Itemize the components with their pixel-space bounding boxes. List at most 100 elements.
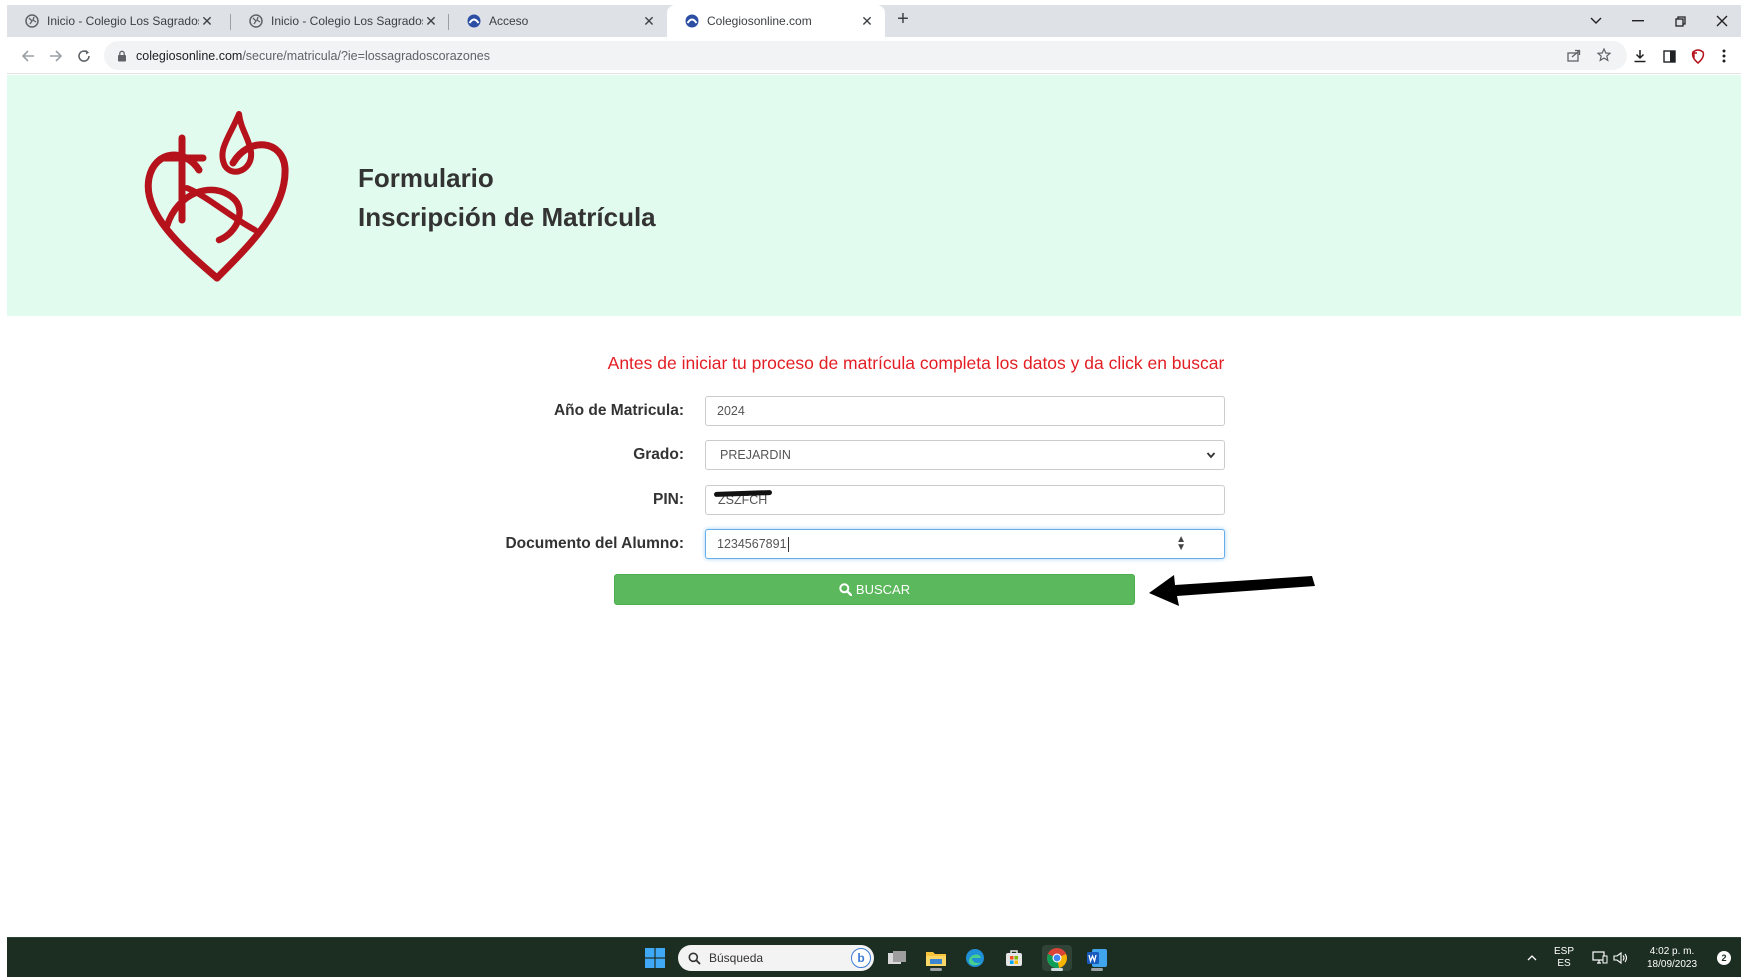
- tab-title: Inicio - Colegio Los Sagrados Co: [271, 14, 423, 28]
- document-label: Documento del Alumno:: [505, 535, 684, 552]
- year-field[interactable]: 2024: [705, 396, 1225, 426]
- document-value: 1234567891: [717, 537, 787, 551]
- document-field[interactable]: 1234567891 ▲ ▼: [705, 529, 1225, 559]
- profile-logo-icon: [1691, 49, 1705, 64]
- edge-icon: [966, 949, 984, 967]
- close-tab-icon[interactable]: ✕: [641, 13, 657, 30]
- word-icon: [1087, 949, 1107, 967]
- network-button[interactable]: [1592, 938, 1608, 977]
- close-tab-icon[interactable]: ✕: [423, 13, 439, 30]
- year-label: Año de Matricula:: [553, 402, 684, 419]
- search-icon: [688, 952, 701, 965]
- windows-logo-icon: [645, 948, 665, 968]
- running-indicator: [930, 968, 942, 971]
- share-button[interactable]: [1564, 45, 1584, 65]
- notification-center-button[interactable]: 2: [1717, 938, 1731, 977]
- side-panel-icon: [1662, 49, 1676, 63]
- form-row-document: Documento del Alumno: 1234567891 ▲ ▼: [7, 529, 1741, 559]
- close-window-button[interactable]: [1701, 5, 1741, 37]
- taskbar-search[interactable]: Búsqueda b: [678, 945, 874, 971]
- word-button[interactable]: [1084, 945, 1110, 971]
- taskbar-search-placeholder: Búsqueda: [709, 951, 764, 965]
- globe-icon: [25, 14, 39, 28]
- tab-title: Inicio - Colegio Los Sagrados Co: [47, 14, 199, 28]
- tab-colegiosonline[interactable]: Colegiosonline.com ✕: [667, 5, 885, 37]
- volume-button[interactable]: [1613, 938, 1629, 977]
- colegiosonline-icon: [467, 14, 481, 28]
- search-icon: [839, 583, 852, 596]
- tab-inicio-1[interactable]: Inicio - Colegio Los Sagrados Co ✕: [7, 5, 225, 37]
- pin-label: PIN:: [653, 491, 684, 508]
- title-line-inscripcion: Inscripción de Matrícula: [358, 202, 656, 232]
- lang-code-bottom: ES: [1557, 958, 1571, 969]
- school-logo: [144, 111, 289, 282]
- kebab-menu-icon: [1722, 49, 1726, 63]
- forward-button[interactable]: [44, 44, 68, 68]
- bing-icon[interactable]: b: [851, 948, 871, 968]
- new-tab-button[interactable]: +: [890, 8, 916, 31]
- chrome-icon: [1047, 948, 1067, 969]
- task-view-icon: [888, 951, 906, 964]
- bookmark-button[interactable]: [1594, 45, 1614, 65]
- reload-button[interactable]: [72, 44, 96, 68]
- grade-select[interactable]: PREJARDIN: [705, 440, 1225, 470]
- minimize-icon: [1632, 20, 1644, 22]
- start-button[interactable]: [642, 945, 668, 971]
- windows-taskbar: Búsqueda b ESP ES 4:02 p. m. 18/09/2023 2: [7, 937, 1741, 977]
- show-hidden-icons-button[interactable]: [1527, 938, 1537, 977]
- globe-icon: [249, 14, 263, 28]
- arrow-right-icon: [50, 50, 63, 62]
- system-clock[interactable]: 4:02 p. m. 18/09/2023: [1647, 938, 1697, 977]
- share-icon: [1567, 49, 1581, 62]
- side-panel-button[interactable]: [1658, 45, 1680, 67]
- close-tab-icon[interactable]: ✕: [199, 13, 215, 30]
- menu-button[interactable]: [1713, 45, 1735, 67]
- back-button[interactable]: [16, 44, 40, 68]
- colegiosonline-icon: [685, 14, 699, 28]
- store-button[interactable]: [1001, 945, 1027, 971]
- chrome-button[interactable]: [1042, 945, 1072, 971]
- tab-acceso[interactable]: Acceso ✕: [449, 5, 667, 37]
- search-button[interactable]: BUSCAR: [614, 574, 1135, 605]
- page-title: Formulario Inscripción de Matrícula: [358, 159, 656, 237]
- restore-button[interactable]: [1659, 5, 1701, 37]
- tab-inicio-2[interactable]: Inicio - Colegio Los Sagrados Co ✕: [231, 5, 449, 37]
- header-banner: Formulario Inscripción de Matrícula: [7, 75, 1741, 316]
- url-path: /secure/matricula/?ie=lossagradoscorazon…: [242, 48, 491, 63]
- number-spinner-icon[interactable]: ▲ ▼: [1176, 535, 1186, 553]
- page-content: Formulario Inscripción de Matrícula Ante…: [7, 75, 1741, 937]
- chevron-up-icon: [1527, 955, 1537, 961]
- edge-button[interactable]: [962, 945, 988, 971]
- file-explorer-button[interactable]: [923, 945, 949, 971]
- form-row-grade: Grado: PREJARDIN: [7, 440, 1741, 470]
- lang-code-top: ESP: [1554, 946, 1575, 957]
- address-bar[interactable]: colegiosonline.com/secure/matricula/?ie=…: [104, 41, 1627, 70]
- close-tab-icon[interactable]: ✕: [859, 13, 875, 30]
- task-view-button[interactable]: [884, 945, 910, 971]
- close-icon: [1716, 15, 1728, 27]
- restore-icon: [1674, 15, 1686, 27]
- url-domain: colegiosonline.com: [136, 48, 243, 63]
- chevron-down-icon: [1206, 452, 1216, 459]
- profile-button[interactable]: [1687, 45, 1709, 67]
- running-indicator: [1091, 968, 1103, 971]
- tab-strip: Inicio - Colegio Los Sagrados Co ✕ Inici…: [7, 5, 1741, 37]
- tab-title: Colegiosonline.com: [707, 14, 812, 28]
- year-value: 2024: [717, 404, 745, 418]
- tab-search-button[interactable]: [1575, 5, 1617, 37]
- grade-value: PREJARDIN: [720, 448, 791, 462]
- speaker-icon: [1613, 951, 1628, 965]
- text-caret: [787, 536, 789, 552]
- pin-field[interactable]: ZSZFCH: [705, 485, 1225, 515]
- search-button-label: BUSCAR: [855, 582, 911, 597]
- store-icon: [1006, 950, 1022, 966]
- minimize-button[interactable]: [1617, 5, 1659, 37]
- folder-icon: [926, 952, 946, 966]
- intro-text: Antes de iniciar tu proceso de matrícula…: [607, 353, 1225, 373]
- browser-toolbar: colegiosonline.com/secure/matricula/?ie=…: [7, 37, 1741, 74]
- notification-badge: 2: [1717, 951, 1731, 965]
- arrow-left-icon: [21, 50, 34, 62]
- title-line-formulario: Formulario: [358, 163, 494, 193]
- downloads-button[interactable]: [1629, 45, 1651, 67]
- input-language-indicator[interactable]: ESP ES: [1554, 938, 1574, 977]
